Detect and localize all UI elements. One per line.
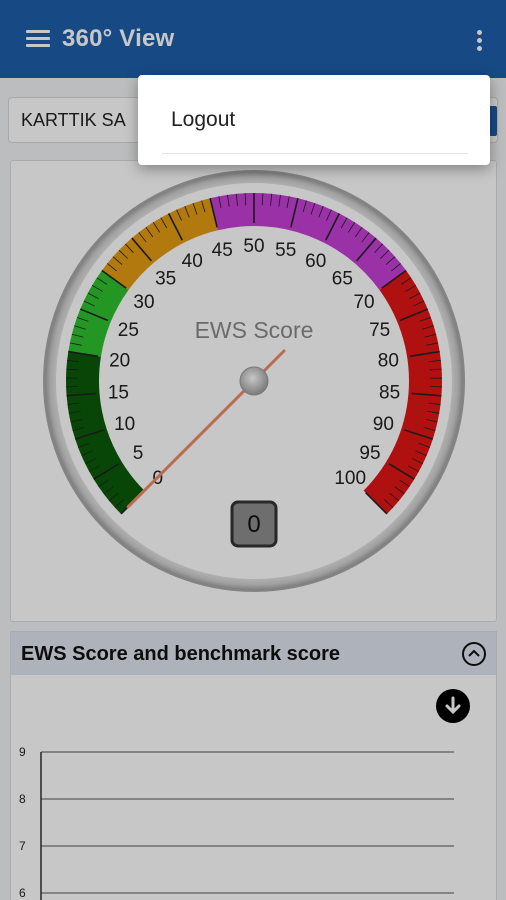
overflow-menu: Logout <box>138 75 490 165</box>
logout-menu-item[interactable]: Logout <box>171 108 235 132</box>
menu-divider <box>162 153 468 154</box>
